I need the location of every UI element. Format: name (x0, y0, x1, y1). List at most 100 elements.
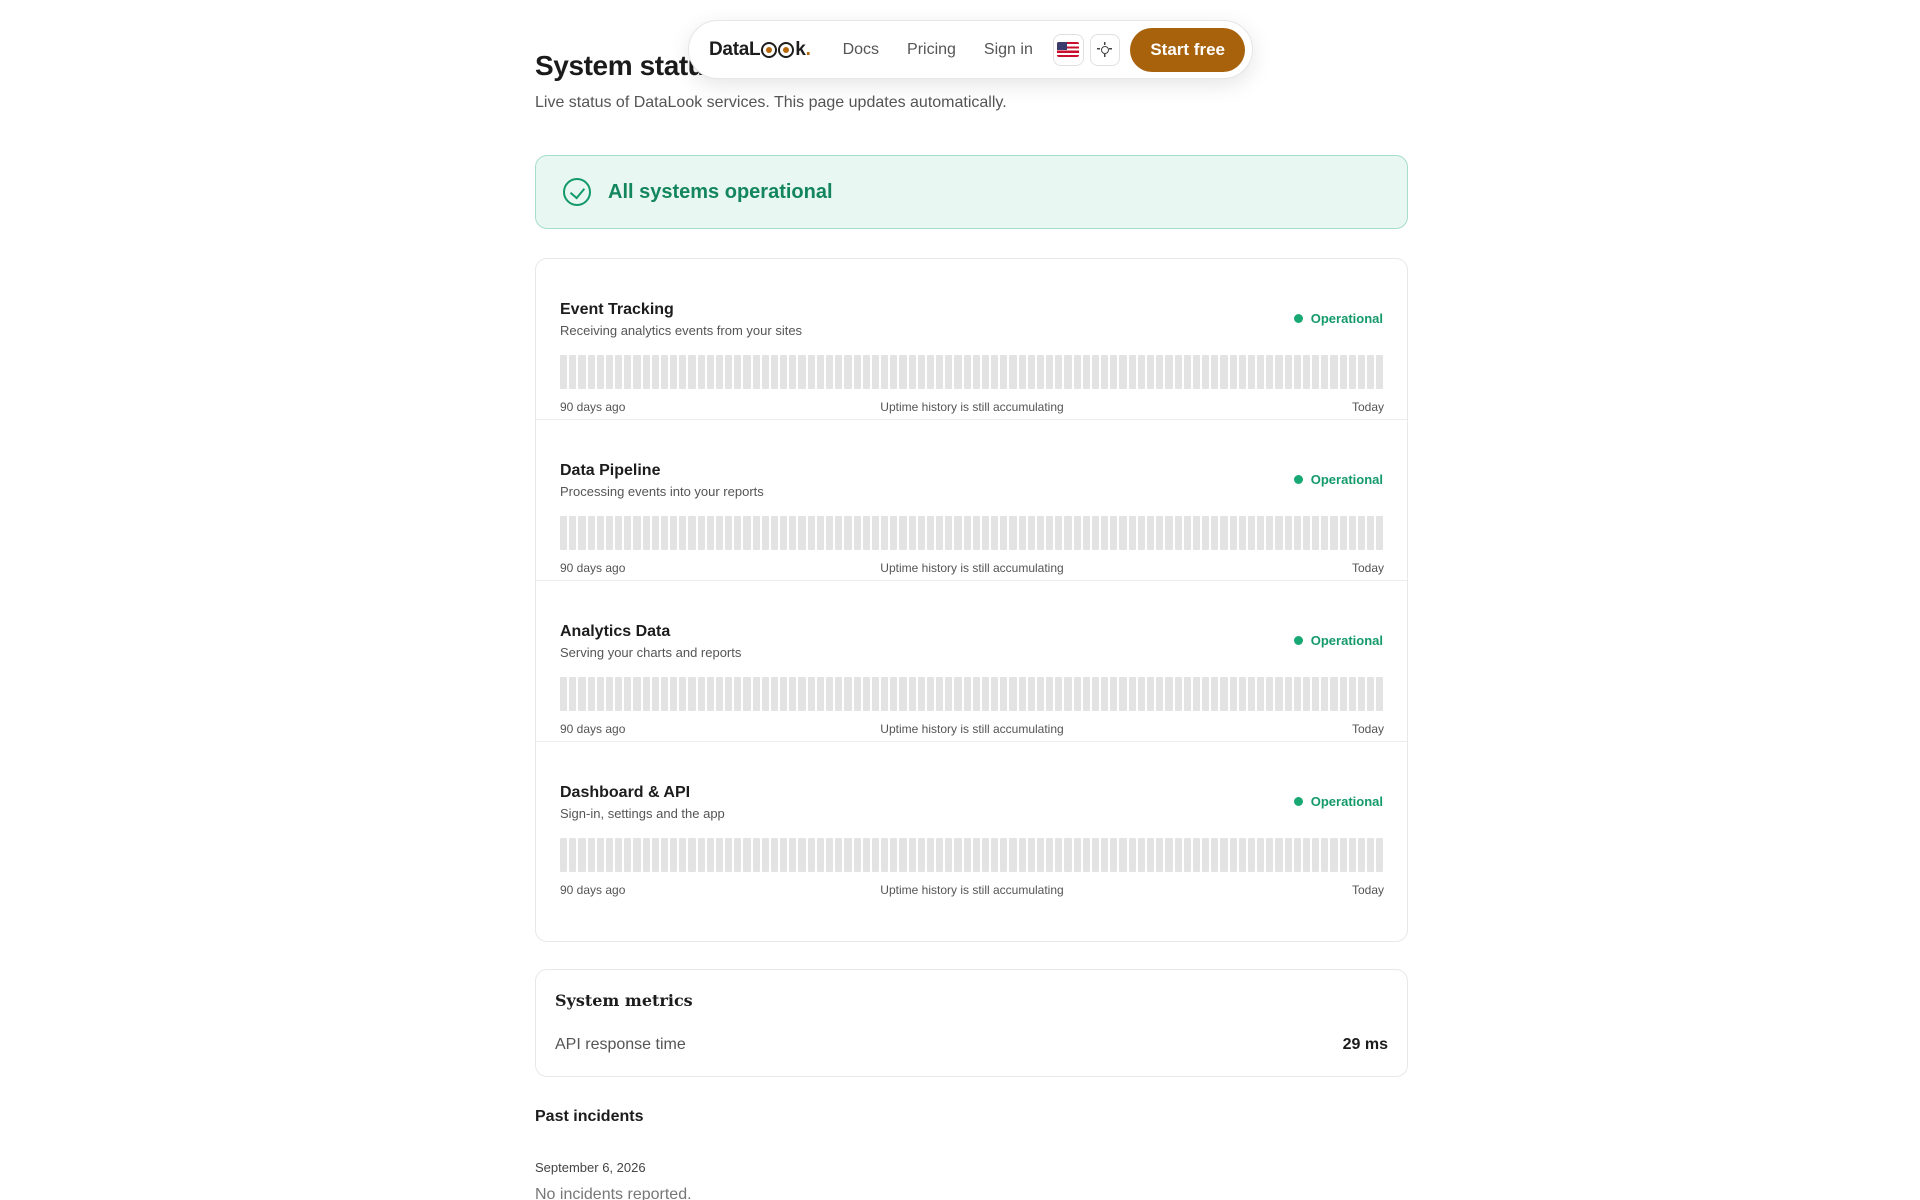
uptime-day-bar (1376, 838, 1384, 872)
status-dot-icon (1293, 475, 1303, 484)
uptime-day-bar (853, 677, 861, 711)
uptime-day-bar (1128, 355, 1136, 389)
logo[interactable]: DataL k . (709, 39, 811, 61)
uptime-day-bar (1339, 355, 1347, 389)
language-button[interactable] (1052, 33, 1084, 66)
uptime-day-bar (780, 516, 788, 550)
us-flag-icon (1057, 42, 1080, 57)
uptime-day-bar (1046, 677, 1054, 711)
uptime-day-bar (816, 516, 824, 550)
uptime-day-bar (624, 516, 632, 550)
uptime-day-bar (1220, 516, 1228, 550)
uptime-day-bar (908, 516, 916, 550)
uptime-day-bar (1082, 838, 1090, 872)
uptime-day-bar (862, 516, 870, 550)
uptime-day-bar (1174, 677, 1182, 711)
uptime-day-bar (1284, 355, 1292, 389)
uptime-day-bar (1119, 516, 1127, 550)
uptime-day-bar (569, 677, 577, 711)
uptime-day-bar (642, 838, 650, 872)
nav-link-sign-in[interactable]: Sign in (984, 41, 1033, 59)
uptime-day-bar (706, 516, 714, 550)
uptime-day-bar (936, 355, 944, 389)
uptime-day-bar (1330, 838, 1338, 872)
uptime-day-bar (578, 516, 586, 550)
uptime-day-bar (963, 677, 971, 711)
uptime-day-bar (807, 516, 815, 550)
uptime-day-bar (1376, 677, 1384, 711)
uptime-day-bar (981, 677, 990, 711)
uptime-day-bar (1091, 838, 1100, 872)
uptime-day-bar (1247, 677, 1256, 711)
uptime-day-bar (587, 677, 595, 711)
uptime-day-bar (1275, 677, 1283, 711)
uptime-bars (560, 355, 1384, 389)
uptime-day-bar (761, 516, 769, 550)
uptime-day-bar (1330, 355, 1338, 389)
uptime-center-label: Uptime history is still accumulating (880, 561, 1064, 575)
uptime-day-bar (734, 838, 742, 872)
nav-link-docs[interactable]: Docs (843, 41, 879, 59)
uptime-day-bar (1211, 677, 1219, 711)
nav-link-pricing[interactable]: Pricing (907, 41, 956, 59)
sun-icon (1096, 41, 1112, 57)
uptime-day-bar (734, 355, 742, 389)
service-event-tracking: Event Tracking Receiving analytics event… (536, 259, 1407, 420)
uptime-day-bar (825, 838, 834, 872)
uptime-day-bar (1257, 355, 1265, 389)
uptime-day-bar (945, 677, 953, 711)
start-free-button[interactable]: Start free (1130, 27, 1245, 72)
uptime-day-bar (981, 516, 990, 550)
uptime-day-bar (972, 516, 980, 550)
incident-text: No incidents reported. (535, 1186, 692, 1200)
uptime-day-bar (615, 838, 623, 872)
uptime-day-bar (706, 838, 714, 872)
uptime-day-bar (615, 516, 623, 550)
uptime-day-bar (624, 838, 632, 872)
uptime-day-bar (871, 516, 880, 550)
uptime-day-bar (679, 677, 687, 711)
uptime-day-bar (1009, 516, 1017, 550)
uptime-day-bar (1165, 677, 1173, 711)
uptime-day-bar (981, 355, 990, 389)
uptime-day-bar (789, 838, 797, 872)
uptime-day-bar (1257, 677, 1265, 711)
uptime-day-bar (890, 516, 898, 550)
uptime-day-bar (770, 355, 779, 389)
uptime-day-bar (789, 677, 797, 711)
uptime-day-bar (1110, 355, 1118, 389)
uptime-day-bar (780, 355, 788, 389)
uptime-day-bar (1321, 516, 1329, 550)
uptime-day-bar (1082, 516, 1090, 550)
uptime-day-bar (798, 677, 806, 711)
uptime-day-bar (816, 838, 824, 872)
uptime-day-bar (624, 355, 632, 389)
uptime-day-bar (605, 516, 614, 550)
uptime-day-bar (660, 838, 669, 872)
uptime-day-bar (1091, 355, 1100, 389)
uptime-day-bar (1238, 677, 1246, 711)
uptime-day-bar (688, 677, 696, 711)
uptime-day-bar (633, 677, 641, 711)
uptime-day-bar (780, 677, 788, 711)
service-dashboard-api: Dashboard & API Sign-in, settings and th… (536, 742, 1407, 903)
uptime-day-bar (862, 677, 870, 711)
uptime-day-bar (605, 677, 614, 711)
uptime-day-bar (761, 838, 769, 872)
uptime-day-bar (1156, 516, 1164, 550)
uptime-day-bar (1009, 838, 1017, 872)
uptime-day-bar (1101, 677, 1109, 711)
uptime-day-bar (1046, 838, 1054, 872)
uptime-day-bar (1165, 838, 1173, 872)
uptime-day-bar (981, 838, 990, 872)
metrics-title: System metrics (555, 991, 693, 1010)
uptime-day-bar (908, 838, 916, 872)
uptime-day-bar (1174, 516, 1182, 550)
uptime-day-bar (1339, 677, 1347, 711)
uptime-day-bar (1018, 677, 1026, 711)
theme-toggle-button[interactable] (1089, 33, 1121, 66)
service-name: Data Pipeline (560, 462, 661, 479)
uptime-day-bar (743, 516, 751, 550)
uptime-day-bar (1247, 838, 1256, 872)
logo-dot: . (805, 38, 811, 60)
